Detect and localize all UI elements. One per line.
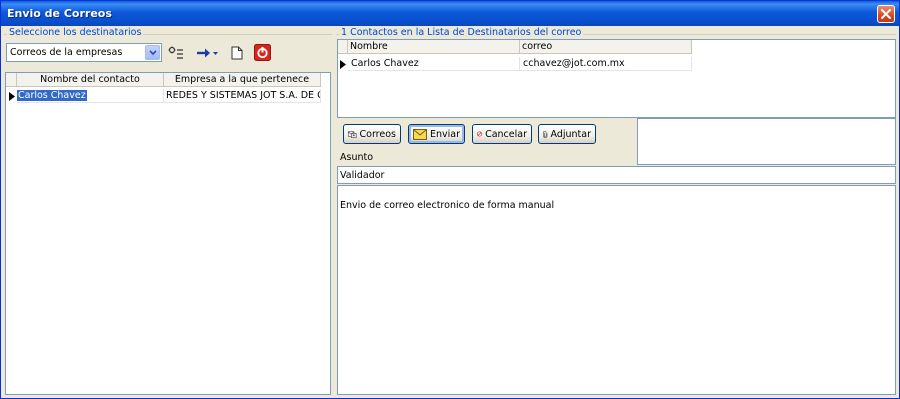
- envelope-icon: [413, 128, 427, 140]
- table-row-email-cell[interactable]: cchavez@jot.com.mx: [520, 57, 692, 71]
- power-icon[interactable]: [253, 43, 271, 61]
- message-body-text: Envio de correo electronico de forma man…: [340, 200, 555, 211]
- grid-corner-header: [338, 40, 348, 54]
- email-window: Envio de Correos Seleccione los destinat…: [0, 0, 900, 399]
- recipients-source-select[interactable]: Correos de la empresas: [6, 43, 162, 62]
- contacts-grid[interactable]: Nombre del contacto Empresa a la que per…: [5, 72, 331, 395]
- subject-value: Validador: [340, 170, 385, 181]
- attach-button-label: Adjuntar: [550, 128, 592, 140]
- column-header-email[interactable]: correo: [520, 40, 692, 54]
- right-group-label: 1 Contactos en la Lista de Destinatarios…: [339, 27, 584, 38]
- message-body-field[interactable]: Envio de correo electronico de forma man…: [337, 185, 896, 395]
- column-header-name[interactable]: Nombre: [348, 40, 520, 54]
- subject-label: Asunto: [340, 152, 374, 163]
- close-button[interactable]: [877, 5, 895, 23]
- correos-button[interactable]: Correos: [343, 124, 401, 144]
- window-title: Envio de Correos: [7, 7, 112, 20]
- filter-list-icon[interactable]: [167, 44, 185, 62]
- table-row-contact-cell[interactable]: Carlos Chavez: [17, 89, 164, 103]
- left-group-label: Seleccione los destinatarios: [7, 27, 144, 38]
- subject-field[interactable]: Validador: [337, 166, 896, 184]
- current-row-icon: [7, 89, 17, 103]
- cancel-icon: [477, 131, 483, 137]
- column-header-company[interactable]: Empresa a la que pertenece: [164, 73, 321, 87]
- contact-name-selected: Carlos Chavez: [17, 90, 87, 101]
- grid-corner-header: [6, 73, 17, 87]
- contacts-mail-icon: [348, 131, 357, 138]
- column-header-contact-name[interactable]: Nombre del contacto: [17, 73, 164, 87]
- recipients-grid[interactable]: Nombre correo Carlos Chavez cchavez@jot.…: [337, 39, 896, 118]
- title-bar[interactable]: Envio de Correos: [1, 1, 899, 26]
- send-button-label: Enviar: [429, 128, 460, 140]
- paperclip-icon: [543, 130, 548, 138]
- close-icon: [881, 9, 891, 19]
- correos-button-label: Correos: [359, 128, 397, 140]
- send-button[interactable]: Enviar: [408, 124, 465, 144]
- recipients-source-value: Correos de la empresas: [10, 47, 123, 58]
- chevron-down-icon[interactable]: [145, 45, 160, 60]
- cancel-button[interactable]: Cancelar: [472, 124, 532, 144]
- current-row-icon: [338, 57, 348, 71]
- cancel-button-label: Cancelar: [485, 128, 527, 140]
- attachments-area[interactable]: [637, 118, 896, 165]
- arrow-right-dropdown-icon[interactable]: [195, 44, 219, 62]
- new-document-icon[interactable]: [228, 44, 246, 62]
- table-row-company-cell[interactable]: REDES Y SISTEMAS JOT S.A. DE C.V.: [164, 89, 321, 103]
- attach-button[interactable]: Adjuntar: [538, 124, 596, 144]
- table-row-name-cell[interactable]: Carlos Chavez: [348, 57, 520, 71]
